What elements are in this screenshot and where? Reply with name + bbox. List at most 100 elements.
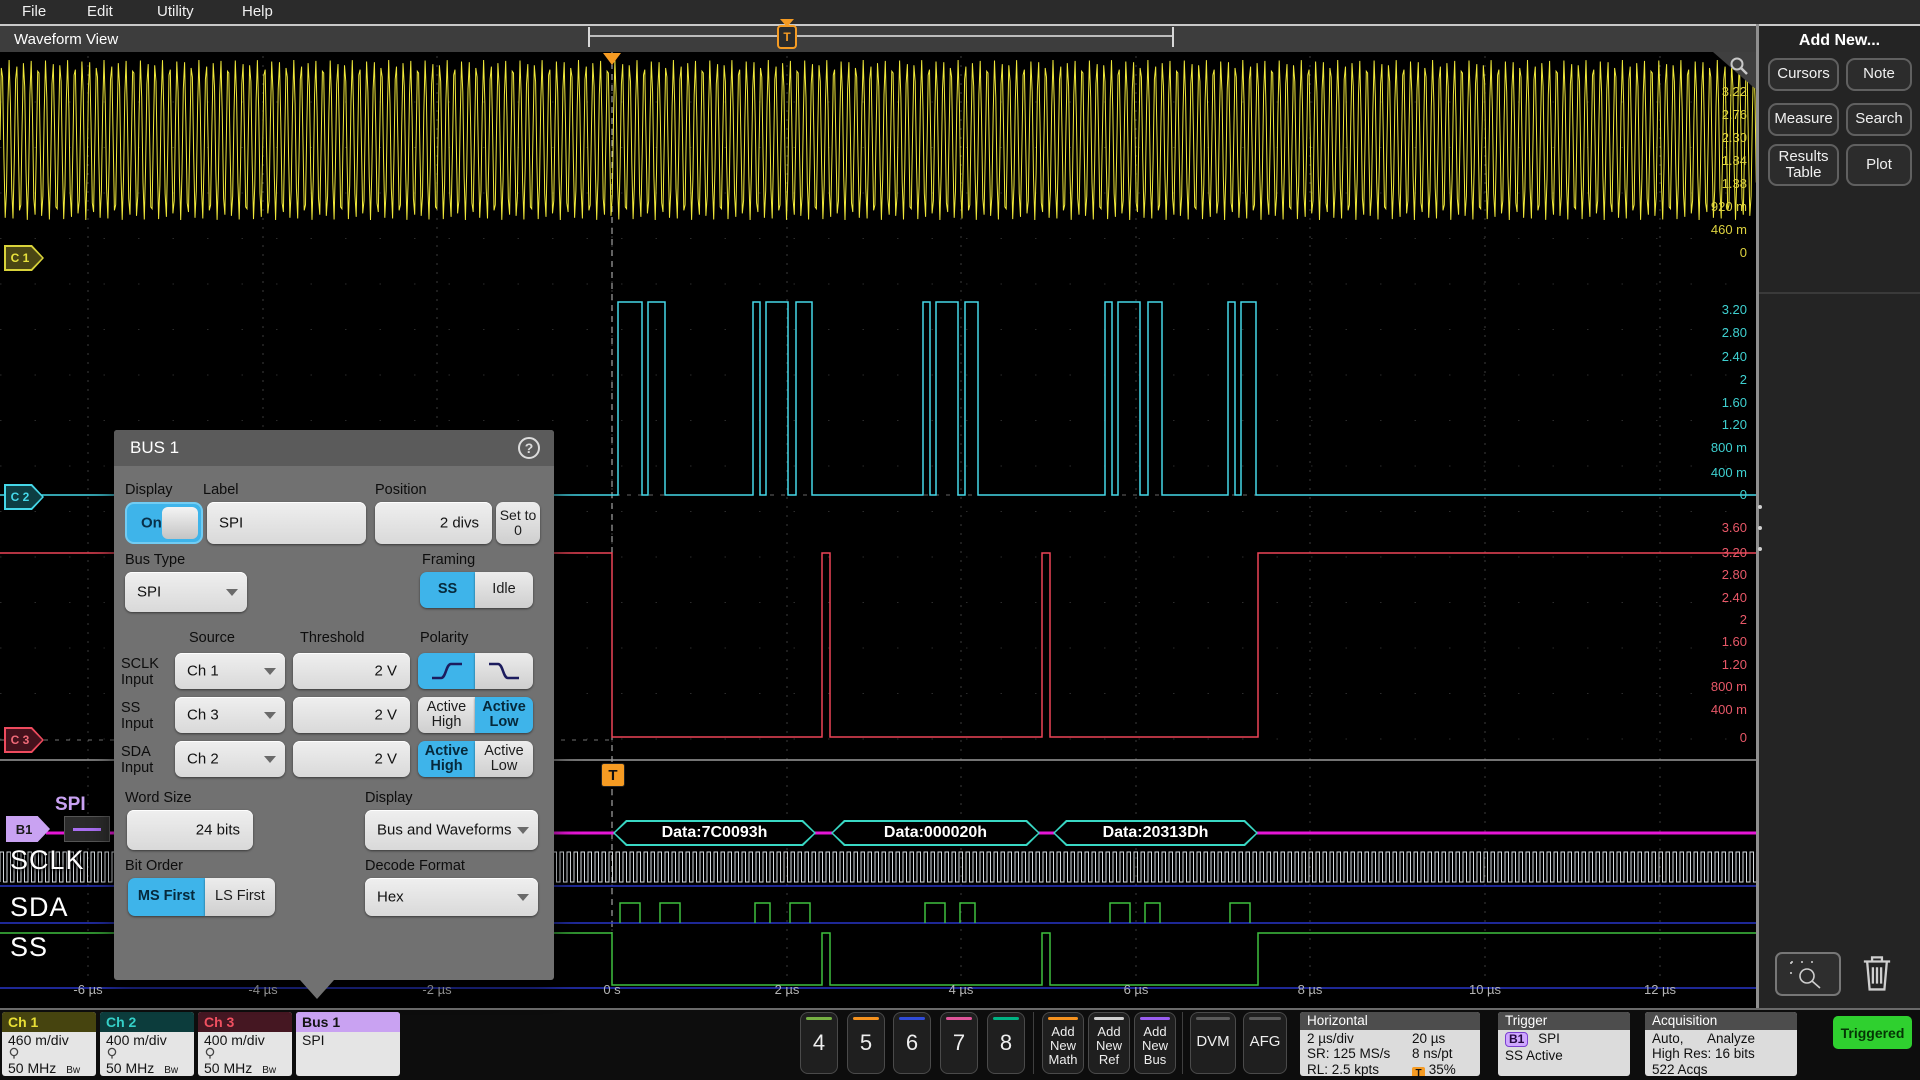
display-mode-dropdown[interactable]: Bus and Waveforms [365,810,538,850]
ch5-button[interactable]: 5 [847,1012,885,1074]
rising-edge-icon [430,660,464,682]
ch1-badge[interactable]: Ch 1 460 m/div 50 MHzBw [2,1012,96,1076]
framing-idle-button[interactable]: Idle [475,572,533,608]
time-tick: 10 µs [1455,982,1515,997]
sda-source-dropdown[interactable]: Ch 2 [175,741,285,777]
polarity-column-label: Polarity [420,630,468,646]
channel-flag-c2[interactable]: C 2 [4,484,44,510]
tab-waveform-view[interactable]: Waveform View [14,31,118,48]
bit-order-label: Bit Order [125,858,183,874]
acquisition-panel[interactable]: Acquisition Auto, Analyze High Res: 16 b… [1645,1012,1797,1076]
decode-format-dropdown[interactable]: Hex [365,878,538,916]
position-field[interactable]: 2 divs [375,502,492,544]
add-new-math-button[interactable]: Add New Math [1042,1012,1084,1074]
label-label: Label [203,482,238,498]
label-field[interactable]: SPI [207,502,366,544]
decode-packet[interactable]: Data:000020h [831,820,1040,846]
menu-utility[interactable]: Utility [157,3,194,20]
display-on-toggle[interactable]: On [125,502,203,544]
decode-packet[interactable]: Data:7C0093h [613,820,816,846]
search-button[interactable]: Search [1846,103,1912,136]
ch8-number: 8 [988,1013,1024,1073]
set-to-zero-button[interactable]: Set to 0 [496,502,540,544]
sda-active-high-button[interactable]: Active High [418,741,475,777]
ss-active-low-button[interactable]: Active Low [475,697,533,733]
channel-flag-c3[interactable]: C 3 [4,727,44,753]
word-size-field[interactable]: 24 bits [127,810,253,850]
channel-flag-c1[interactable]: C 1 [4,245,44,271]
trash-icon[interactable] [1857,950,1897,996]
ch3-badge[interactable]: Ch 3 400 m/div 50 MHzBw [198,1012,292,1076]
framing-ss-button[interactable]: SS [420,572,475,608]
bus-mini-preview[interactable] [64,816,110,842]
time-tick: -2 µs [407,982,467,997]
trigger-position-pct: 35% [1429,1062,1456,1077]
horizontal-overview-bar[interactable]: T [588,27,1174,47]
bus-type-dropdown[interactable]: SPI [125,572,247,612]
note-button[interactable]: Note [1846,58,1912,91]
ch7-button[interactable]: 7 [940,1012,978,1074]
display-mode-value: Bus and Waveforms [377,822,512,839]
ch3-scale-tick: 1.20 [1687,657,1747,672]
horizontal-panel[interactable]: Horizontal 2 µs/div 20 µs SR: 125 MS/s 8… [1300,1012,1480,1076]
results-table-button[interactable]: Results Table [1768,144,1839,186]
menu-help[interactable]: Help [242,3,273,20]
ss-threshold-field[interactable]: 2 V [293,697,410,733]
bus-color-stripe [1140,1017,1170,1020]
zoom-mode-button[interactable] [1775,952,1841,996]
afg-button[interactable]: AFG [1243,1012,1287,1074]
bus1-type: SPI [302,1033,400,1047]
time-tick: -6 µs [58,982,118,997]
trigger-t-badge[interactable]: T [601,763,625,787]
sclk-label: SCLK [10,845,85,876]
help-icon[interactable]: ? [518,437,540,459]
ch3-scale-tick: 0 [1687,730,1747,745]
sda-active-low-button[interactable]: Active Low [475,741,533,777]
cursors-button[interactable]: Cursors [1768,58,1839,91]
ch3-scale-tick: 400 m [1687,702,1747,717]
decode-packet[interactable]: Data:20313Dh [1053,820,1258,846]
ch2-scale-tick: 1.60 [1687,395,1747,410]
ss-source-dropdown[interactable]: Ch 3 [175,697,285,733]
bottombar-separator [1033,1012,1034,1074]
menu-edit[interactable]: Edit [87,3,113,20]
overview-trigger-badge[interactable]: T [777,25,797,49]
acquisition-title: Acquisition [1645,1012,1797,1030]
magnifier-icon[interactable] [1728,55,1750,77]
ms-first-button[interactable]: MS First [128,878,205,916]
ss-active-high-button[interactable]: Active High [418,697,475,733]
bottombar-separator [1182,1012,1183,1074]
trigger-position-icon[interactable] [603,53,621,65]
ch4-button[interactable]: 4 [800,1012,838,1074]
ch8-button[interactable]: 8 [987,1012,1025,1074]
measure-button[interactable]: Measure [1768,103,1839,136]
probe-icon [8,1047,21,1059]
divider-grip-icon[interactable] [1758,505,1762,551]
ch2-scale-tick: 2.80 [1687,325,1747,340]
sclk-falling-edge-button[interactable] [475,653,533,689]
c2-flag-label: C 2 [4,484,44,510]
ch6-button[interactable]: 6 [893,1012,931,1074]
sda-threshold-value: 2 V [374,751,397,768]
ls-first-button[interactable]: LS First [205,878,275,916]
bus1-badge[interactable]: Bus 1 SPI [296,1012,400,1076]
time-tick: -4 µs [233,982,293,997]
trigger-panel[interactable]: Trigger B1 SPI SS Active [1498,1012,1630,1076]
add-new-bus-button[interactable]: Add New Bus [1134,1012,1176,1074]
ch2-badge-title: Ch 2 [100,1012,194,1032]
sclk-threshold-field[interactable]: 2 V [293,653,410,689]
bus1-dialog-titlebar[interactable]: BUS 1 [114,430,554,466]
label-field-value: SPI [219,515,243,532]
sclk-source-dropdown[interactable]: Ch 1 [175,653,285,689]
ch1-scale-tick: 2.30 [1687,130,1747,145]
trigger-title: Trigger [1498,1012,1630,1030]
dvm-button[interactable]: DVM [1190,1012,1236,1074]
horizontal-window: 20 µs [1412,1031,1445,1046]
add-new-bus-label: Add New Bus [1135,1025,1175,1067]
sda-threshold-field[interactable]: 2 V [293,741,410,777]
plot-button[interactable]: Plot [1846,144,1912,186]
add-new-ref-button[interactable]: Add New Ref [1088,1012,1130,1074]
ch2-badge[interactable]: Ch 2 400 m/div 50 MHzBw [100,1012,194,1076]
menu-file[interactable]: File [22,3,46,20]
sclk-rising-edge-button[interactable] [418,653,475,689]
